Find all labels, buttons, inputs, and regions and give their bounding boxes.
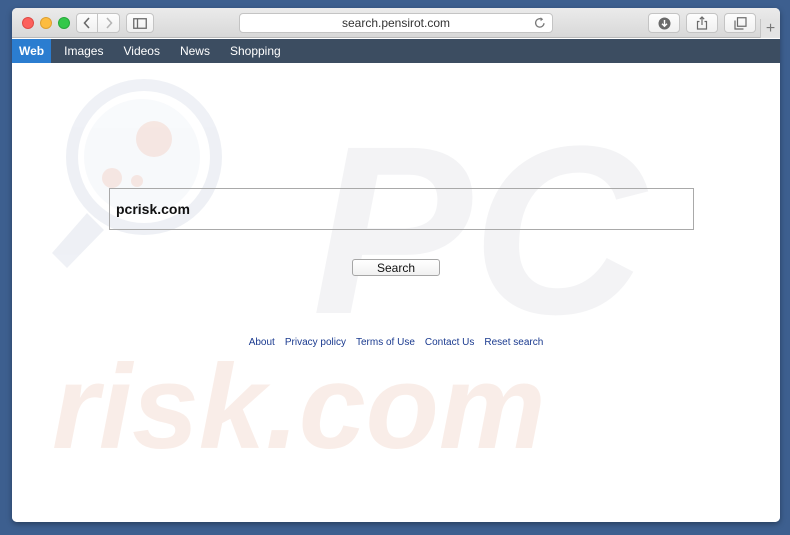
footer-link-reset-search[interactable]: Reset search [484, 337, 543, 348]
tab-shopping[interactable]: Shopping [223, 39, 288, 63]
browser-window: search.pensirot.com + Web Images Videos … [12, 8, 780, 522]
footer-link-terms-of-use[interactable]: Terms of Use [356, 337, 415, 348]
tab-videos[interactable]: Videos [116, 39, 166, 63]
share-button[interactable] [686, 13, 718, 33]
download-icon [658, 17, 670, 29]
tab-images[interactable]: Images [57, 39, 110, 63]
tab-news[interactable]: News [173, 39, 217, 63]
tabs-overview-button[interactable] [724, 13, 756, 33]
back-button[interactable] [76, 13, 98, 33]
watermark-risk-text: risk.com [52, 340, 546, 474]
footer-link-contact-us[interactable]: Contact Us [425, 337, 474, 348]
page-content: PC risk.com Search About Privacy policy … [12, 63, 780, 522]
sidebar-button[interactable] [126, 13, 154, 33]
downloads-button[interactable] [648, 13, 680, 33]
share-icon [696, 16, 708, 30]
footer-link-about[interactable]: About [249, 337, 275, 348]
tab-web[interactable]: Web [12, 39, 52, 63]
reload-icon[interactable] [534, 16, 546, 32]
watermark-pc-text: PC [312, 96, 649, 364]
forward-arrow-icon [105, 17, 113, 29]
tabs-icon [733, 16, 747, 30]
minimize-window-button[interactable] [40, 17, 52, 29]
search-input[interactable] [109, 188, 694, 230]
search-button[interactable]: Search [352, 259, 440, 276]
sidebar-icon [133, 17, 147, 29]
plus-icon: + [765, 19, 776, 37]
footer-links: About Privacy policy Terms of Use Contac… [12, 337, 780, 348]
new-tab-button[interactable]: + [760, 19, 780, 38]
title-bar: search.pensirot.com + [12, 8, 780, 38]
back-arrow-icon [83, 17, 90, 29]
forward-button[interactable] [98, 13, 120, 33]
zoom-window-button[interactable] [58, 17, 70, 29]
close-window-button[interactable] [22, 17, 34, 29]
url-text: search.pensirot.com [341, 16, 451, 30]
search-category-nav: Web Images Videos News Shopping [12, 39, 780, 63]
pcrisk-watermark: PC risk.com [52, 79, 649, 474]
footer-link-privacy-policy[interactable]: Privacy policy [285, 337, 346, 348]
history-nav [76, 13, 120, 33]
address-bar[interactable]: search.pensirot.com [239, 13, 553, 33]
